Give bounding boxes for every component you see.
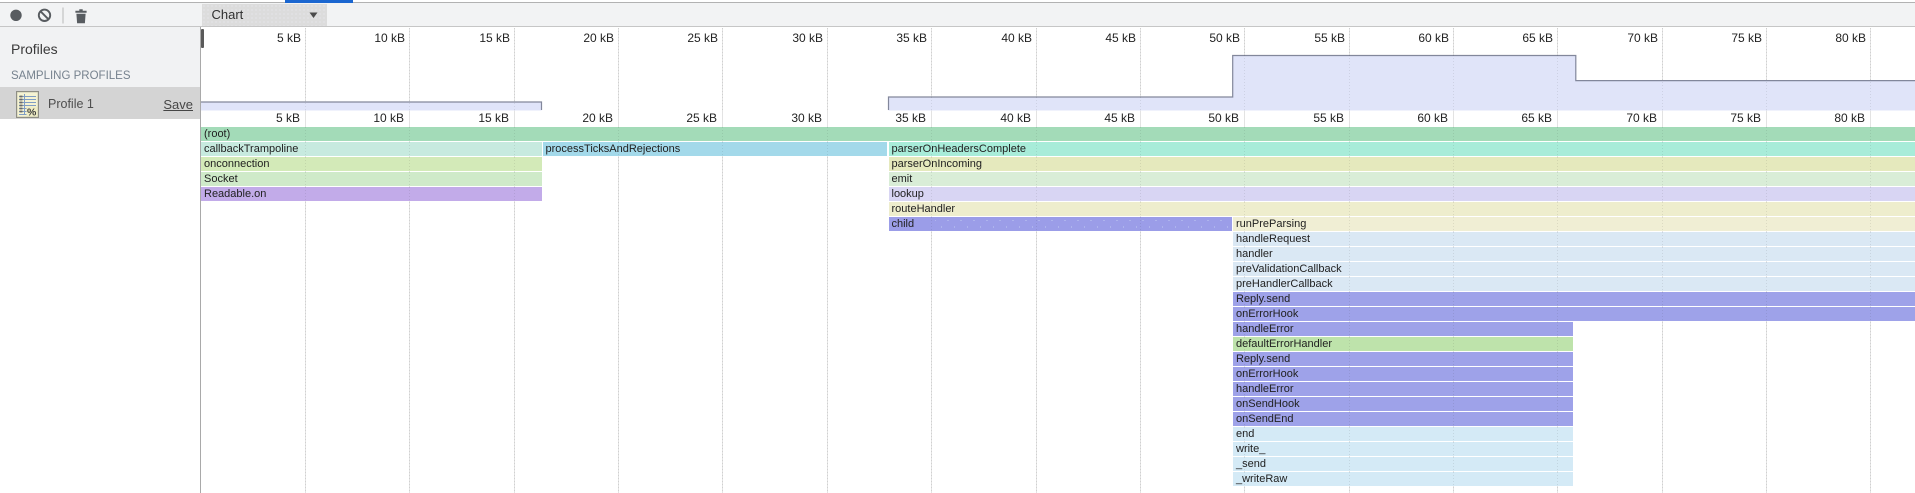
svg-text:%: % (27, 107, 37, 119)
